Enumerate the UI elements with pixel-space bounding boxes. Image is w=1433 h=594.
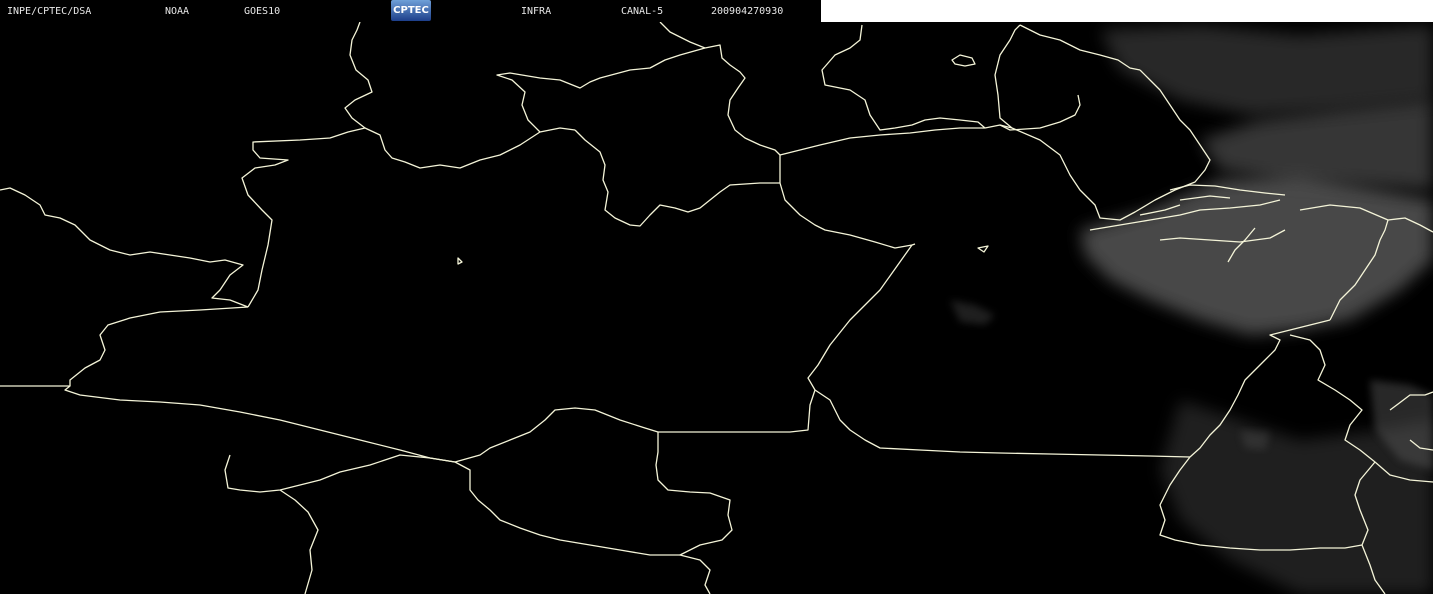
- cptec-logo: CPTEC: [391, 0, 431, 21]
- border-line: [279, 489, 319, 594]
- image-header-bar: INPE/CPTEC/DSA NOAA GOES10 CPTEC INFRA C…: [0, 0, 821, 22]
- border-line: [454, 407, 659, 463]
- border-line: [977, 245, 989, 253]
- border-line: [814, 389, 1191, 458]
- border-line: [454, 461, 680, 556]
- logo-text: CPTEC: [393, 5, 429, 16]
- border-line: [994, 24, 1021, 129]
- border-line: [658, 244, 913, 433]
- agency-label: INPE/CPTEC/DSA: [7, 6, 92, 17]
- border-line: [69, 306, 249, 386]
- border-line: [999, 94, 1081, 131]
- border-line: [779, 155, 913, 249]
- border-line: [224, 454, 456, 493]
- satellite-map: [0, 21, 1433, 594]
- timestamp-label: 200904270930: [711, 6, 784, 17]
- border-line: [0, 187, 249, 308]
- noaa-label: NOAA: [165, 6, 190, 17]
- border-line: [911, 243, 916, 246]
- border-line: [574, 129, 780, 227]
- channel-label: CANAL-5: [621, 6, 664, 17]
- border-line: [659, 21, 706, 49]
- header-blank-area: [821, 0, 1433, 22]
- border-line: [457, 257, 463, 265]
- border-line: [821, 24, 986, 131]
- border-line: [344, 21, 373, 129]
- cloud-layer: [950, 25, 1433, 594]
- product-label: INFRA: [521, 6, 552, 17]
- border-line: [496, 44, 781, 156]
- border-line: [951, 54, 976, 67]
- border-line: [241, 127, 576, 308]
- satellite-label: GOES10: [244, 6, 281, 17]
- border-line: [0, 385, 456, 463]
- border-line: [779, 124, 1013, 156]
- border-line: [655, 432, 733, 594]
